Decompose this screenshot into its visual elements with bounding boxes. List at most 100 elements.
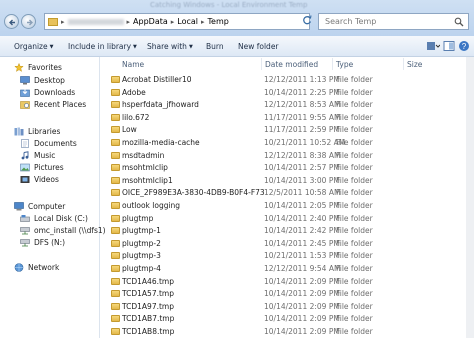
file-row[interactable]: msdtadmin 12/12/2011 8:38 AM File folder (109, 150, 465, 162)
vertical-scrollbar[interactable] (466, 57, 474, 338)
file-type: File folder (336, 251, 373, 261)
nav-libraries[interactable]: Libraries (14, 125, 114, 137)
desktop-icon (20, 75, 30, 84)
breadcrumb-separator-icon[interactable]: ▸ (171, 18, 175, 26)
file-name: plugtmp-1 (122, 226, 161, 236)
column-header-size[interactable]: Size (407, 60, 422, 69)
file-type: File folder (336, 87, 373, 97)
file-row[interactable]: plugtmp-4 12/12/2011 9:54 AM File folder (109, 263, 465, 275)
column-divider[interactable] (261, 58, 262, 70)
folder-icon (111, 277, 120, 285)
file-row[interactable]: Acrobat Distiller10 12/12/2011 1:13 PM Fil… (109, 74, 465, 86)
column-header-name[interactable]: Name (122, 60, 144, 69)
address-bar[interactable]: ▸ ▸ AppData ▸ Local ▸ Temp (44, 13, 310, 30)
breadcrumb-appdata[interactable]: AppData (133, 17, 168, 26)
file-type: File folder (336, 201, 373, 210)
file-date-modified: 11/17/2011 9:55 AM (264, 112, 341, 122)
file-row[interactable]: lilo.672 11/17/2011 9:55 AM File folder (109, 112, 465, 124)
file-date-modified: 12/12/2011 8:53 AM (264, 100, 341, 110)
file-date-modified: 11/17/2011 2:59 PM (264, 125, 340, 135)
file-name: msohtmlclip (122, 163, 168, 173)
preview-pane-button[interactable] (443, 40, 457, 52)
file-name: plugtmp (122, 213, 154, 223)
file-name: TCD1AB7.tmp (122, 314, 175, 324)
nav-favorites[interactable]: Favorites (14, 61, 114, 73)
folder-icon (111, 189, 120, 197)
help-button[interactable]: ? (458, 40, 472, 52)
file-row[interactable]: msohtmlclip 10/14/2011 2:57 PM File folder (109, 162, 465, 174)
nav-recent-places-label: Recent Places (34, 99, 87, 109)
file-row[interactable]: TCD1AB8.tmp 10/14/2011 2:09 PM File folder (109, 326, 465, 338)
chevron-down-icon: ▼ (133, 44, 137, 50)
back-button[interactable] (4, 14, 19, 29)
include-in-library-menu[interactable]: Include in library ▼ (68, 42, 137, 51)
file-row[interactable]: outlook logging 10/14/2011 2:05 PM File fo… (109, 200, 465, 212)
column-divider[interactable] (403, 58, 404, 70)
file-row[interactable]: TCD1AB7.tmp 10/14/2011 2:09 PM File folder (109, 313, 465, 325)
forward-button[interactable] (21, 14, 36, 29)
file-list-pane: Name Date modified Type Size Acrobat Dis… (101, 57, 474, 338)
burn-button[interactable]: Burn (206, 42, 224, 51)
file-type: File folder (336, 213, 373, 223)
file-row[interactable]: Adobe 10/14/2011 2:25 PM File folder (109, 87, 465, 99)
file-date-modified: 10/14/2011 2:40 PM (264, 213, 340, 223)
file-row[interactable]: hsperfdata_jfhoward 12/12/2011 8:53 AM Fil… (109, 99, 465, 111)
computer-icon (14, 201, 24, 210)
new-folder-button[interactable]: New folder (238, 42, 279, 51)
column-header-date-modified[interactable]: Date modified (265, 60, 318, 69)
breadcrumb-local[interactable]: Local (177, 17, 198, 26)
file-date-modified: 10/21/2011 1:53 PM (264, 251, 340, 261)
file-row[interactable]: mozilla-media-cache 10/21/2011 10:52 AM Fi… (109, 137, 465, 149)
folder-icon (111, 227, 120, 235)
file-type: File folder (336, 175, 373, 185)
file-date-modified: 12/5/2011 10:58 AM (264, 188, 341, 198)
breadcrumb-separator-icon[interactable]: ▸ (201, 18, 205, 26)
file-row[interactable]: plugtmp-2 10/14/2011 2:45 PM File folder (109, 238, 465, 250)
file-name: msdtadmin (122, 150, 165, 160)
file-row[interactable]: plugtmp-3 10/21/2011 1:53 PM File folder (109, 250, 465, 262)
refresh-button[interactable] (301, 13, 315, 30)
nav-computer[interactable]: Computer (14, 200, 114, 212)
file-name: TCD1A46.tmp (122, 276, 174, 286)
folder-icon (48, 17, 58, 26)
folder-icon (111, 328, 120, 335)
change-view-button[interactable] (426, 40, 441, 52)
breadcrumb-separator-icon[interactable]: ▸ (127, 18, 131, 26)
nav-desktop-label: Desktop (34, 75, 65, 85)
file-row[interactable]: TCD1A57.tmp 10/14/2011 2:09 PM File folder (109, 288, 465, 300)
recent-places-icon (20, 100, 30, 109)
file-row[interactable]: plugtmp 10/14/2011 2:40 PM File folder (109, 213, 465, 225)
file-row[interactable]: TCD1A46.tmp 10/14/2011 2:09 PM File folder (109, 276, 465, 288)
file-row[interactable]: plugtmp-1 10/14/2011 2:42 PM File folder (109, 225, 465, 237)
file-type: File folder (336, 238, 373, 248)
file-date-modified: 10/14/2011 2:09 PM (264, 289, 340, 299)
hard-drive-icon (20, 214, 30, 222)
nav-omc-install-label: omc_install (\\dfs1) (34, 225, 106, 235)
star-icon (14, 62, 24, 72)
file-date-modified: 10/14/2011 2:09 PM (264, 314, 340, 324)
breadcrumb-temp[interactable]: Temp (208, 17, 229, 26)
folder-icon (111, 239, 120, 247)
chevron-down-icon: ▼ (49, 44, 54, 50)
search-input[interactable]: Search Temp (318, 13, 469, 30)
folder-icon (111, 126, 120, 134)
column-header-type[interactable]: Type (336, 60, 353, 69)
file-row[interactable]: TCD1A97.tmp 10/14/2011 2:09 PM File folder (109, 301, 465, 313)
file-type: File folder (336, 276, 373, 286)
nav-dfs-label: DFS (N:) (34, 237, 66, 247)
file-row[interactable]: Low 11/17/2011 2:59 PM File folder (109, 124, 465, 136)
file-name: TCD1AB8.tmp (122, 327, 175, 336)
title-bar: Catching Windows - Local Environment Tem… (0, 0, 474, 36)
file-date-modified: 10/21/2011 10:52 AM (264, 138, 346, 147)
nav-pictures-label: Pictures (34, 162, 64, 172)
column-divider[interactable] (332, 58, 333, 70)
nav-network[interactable]: Network (14, 261, 114, 273)
breadcrumb-separator-icon[interactable]: ▸ (61, 18, 65, 26)
folder-icon (111, 290, 120, 298)
navigation-pane: Favorites Desktop Downloads Recent Place… (0, 57, 106, 338)
file-row[interactable]: OICE_2F989E3A-3830-4DB9-B0F4-F73556...12… (109, 187, 465, 199)
documents-icon (21, 138, 29, 148)
share-with-menu[interactable]: Share with ▼ (147, 42, 193, 51)
organize-menu[interactable]: Organize ▼ (14, 42, 53, 51)
file-row[interactable]: msohtmlclip1 10/14/2011 3:00 PM File folde… (109, 175, 465, 187)
